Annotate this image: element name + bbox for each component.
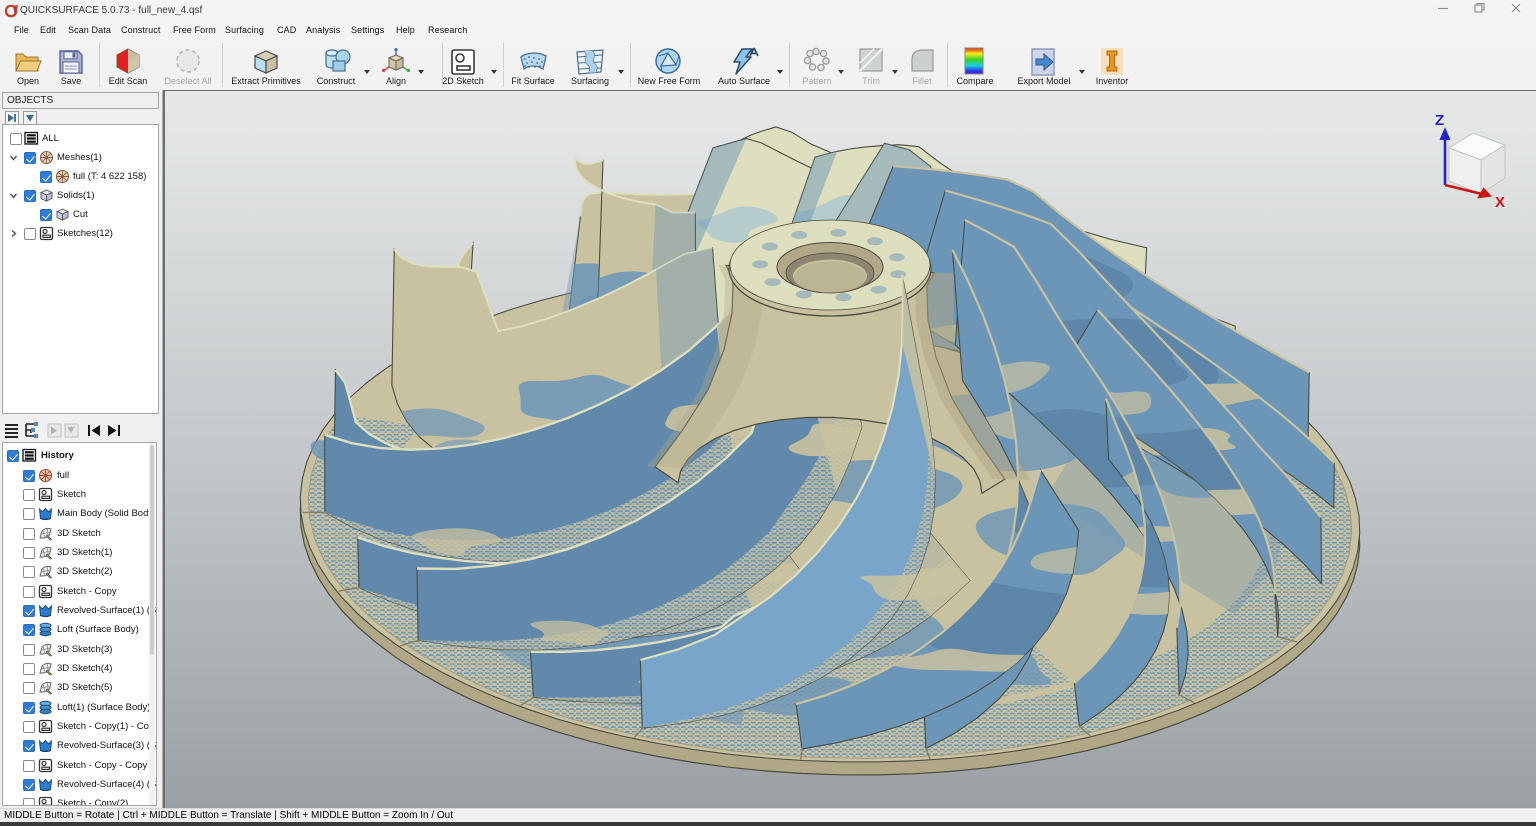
- svg-text:X: X: [1495, 194, 1505, 211]
- svg-text:Z: Z: [1435, 112, 1444, 129]
